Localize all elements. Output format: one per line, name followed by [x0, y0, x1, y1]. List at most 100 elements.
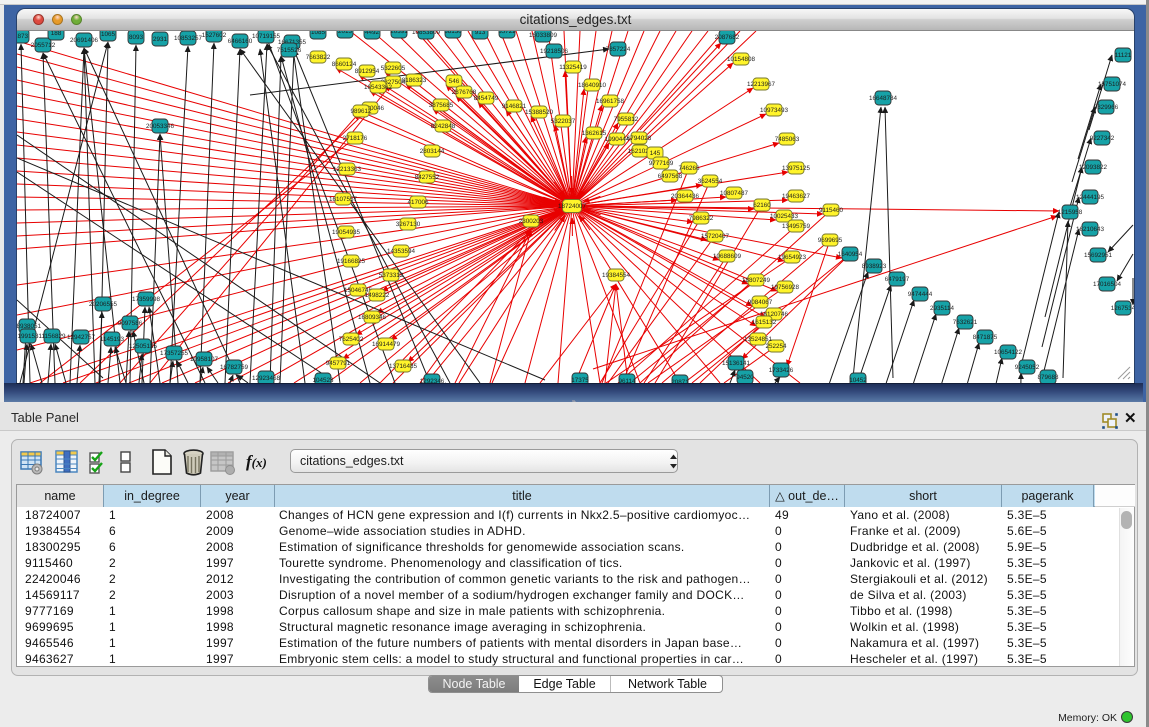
svg-text:10452: 10452: [849, 377, 867, 383]
svg-text:10973493: 10973493: [760, 107, 789, 114]
svg-text:16809346: 16809346: [358, 314, 387, 321]
svg-text:20871: 20871: [671, 379, 689, 383]
svg-text:2300203: 2300203: [519, 218, 544, 225]
svg-text:12505135: 12505135: [129, 343, 158, 350]
svg-text:10807487: 10807487: [720, 190, 749, 197]
svg-text:2935114: 2935114: [930, 305, 955, 312]
svg-text:3624554: 3624554: [698, 178, 723, 185]
svg-text:9699695: 9699695: [818, 237, 843, 244]
svg-text:9115460: 9115460: [819, 207, 844, 214]
svg-text:1292346: 1292346: [420, 378, 445, 383]
svg-text:9084067: 9084067: [748, 299, 773, 306]
svg-text:7986322: 7986322: [689, 215, 714, 222]
svg-text:11121: 11121: [1115, 52, 1132, 59]
svg-text:19384554: 19384554: [602, 272, 631, 279]
svg-text:19463627: 19463627: [782, 193, 811, 200]
svg-text:7625402: 7625402: [339, 336, 364, 343]
svg-text:12942757: 12942757: [67, 334, 96, 341]
svg-text:746266: 746266: [678, 165, 700, 172]
svg-text:1362615: 1362615: [582, 130, 607, 137]
svg-text:12213967: 12213967: [747, 81, 776, 88]
svg-text:10654122: 10654122: [994, 349, 1023, 356]
svg-text:16107557: 16107557: [329, 196, 358, 203]
svg-text:8471875: 8471875: [973, 334, 998, 341]
svg-text:8427552: 8427552: [415, 174, 440, 181]
svg-text:12213363: 12213363: [333, 166, 362, 173]
svg-text:10853257: 10853257: [174, 35, 203, 42]
svg-text:1873: 1873: [17, 33, 28, 40]
svg-text:11156829: 11156829: [38, 333, 66, 340]
svg-text:1085: 1085: [311, 31, 326, 36]
svg-text:88130: 88130: [444, 31, 462, 35]
svg-text:10154808: 10154808: [727, 56, 756, 63]
svg-text:19218506: 19218506: [540, 48, 569, 55]
svg-text:2087682: 2087682: [715, 34, 740, 41]
svg-text:19654923: 19654923: [778, 254, 807, 261]
svg-text:19166825: 19166825: [337, 258, 366, 265]
svg-text:8186323: 8186323: [402, 77, 427, 84]
svg-text:10756928: 10756928: [771, 284, 800, 291]
svg-text:7955812: 7955812: [614, 116, 639, 123]
svg-text:17359998: 17359998: [132, 296, 161, 303]
svg-text:62160: 62160: [753, 202, 771, 209]
svg-text:1640954: 1640954: [838, 251, 863, 258]
svg-text:1145193: 1145193: [100, 336, 125, 343]
svg-text:20691406: 20691406: [70, 37, 99, 44]
svg-text:2013: 2013: [338, 31, 353, 35]
svg-text:15136141: 15136141: [722, 360, 751, 367]
svg-text:15388520: 15388520: [525, 109, 554, 116]
svg-text:20364436: 20364436: [671, 193, 700, 200]
svg-text:9097586: 9097586: [118, 320, 143, 327]
svg-text:1215958: 1215958: [1058, 209, 1083, 216]
svg-text:5322037: 5322037: [551, 118, 576, 125]
svg-text:20053346: 20053346: [146, 123, 175, 130]
svg-text:913: 913: [475, 31, 486, 36]
svg-text:3875685: 3875685: [429, 102, 454, 109]
svg-text:10853809: 10853809: [412, 31, 441, 36]
svg-text:1498222: 1498222: [365, 292, 390, 299]
svg-text:1615132: 1615132: [752, 319, 777, 326]
svg-text:12093822: 12093822: [1079, 164, 1108, 171]
svg-text:9474444: 9474444: [908, 291, 933, 298]
svg-text:3267130: 3267130: [396, 221, 421, 228]
svg-text:94520: 94520: [736, 374, 754, 381]
svg-text:13716485: 13716485: [389, 363, 418, 370]
svg-text:15751074: 15751074: [1098, 81, 1127, 88]
svg-text:16033809: 16033809: [529, 32, 558, 39]
svg-text:16782759: 16782759: [220, 364, 249, 371]
svg-text:4492: 4492: [365, 31, 380, 36]
svg-text:1733426: 1733426: [769, 367, 794, 374]
svg-text:9245052: 9245052: [1015, 364, 1040, 371]
svg-text:10958107: 10958107: [190, 356, 219, 363]
svg-text:8454749: 8454749: [474, 95, 499, 102]
svg-text:7632621: 7632621: [953, 319, 978, 326]
svg-text:6497568: 6497568: [658, 173, 683, 180]
svg-text:7857224: 7857224: [606, 46, 631, 53]
svg-text:417006: 417006: [407, 199, 429, 206]
svg-text:12444195: 12444195: [1076, 194, 1105, 201]
svg-text:7485063: 7485063: [775, 136, 800, 143]
svg-text:1065: 1065: [101, 31, 116, 38]
svg-text:9329966: 9329966: [1094, 104, 1119, 111]
svg-text:15720407: 15720407: [701, 233, 730, 240]
svg-text:16648784: 16648784: [869, 95, 898, 102]
svg-text:8093: 8093: [129, 34, 144, 41]
svg-text:2055712: 2055712: [31, 42, 56, 49]
svg-text:10719155: 10719155: [252, 33, 281, 40]
svg-text:6466160: 6466160: [228, 38, 253, 45]
svg-text:989612: 989612: [350, 108, 372, 115]
svg-text:6479197: 6479197: [885, 276, 910, 283]
svg-text:16543362: 16543362: [364, 84, 393, 91]
svg-text:2803144: 2803144: [420, 148, 445, 155]
svg-text:9146821: 9146821: [502, 103, 527, 110]
svg-text:20206555: 20206555: [89, 301, 118, 308]
svg-text:5373312: 5373312: [379, 272, 404, 279]
svg-text:7515526: 7515526: [277, 47, 302, 54]
svg-text:5322605: 5322605: [381, 65, 406, 72]
svg-text:8242848: 8242848: [431, 123, 456, 130]
svg-text:104523: 104523: [312, 377, 334, 383]
svg-text:9457791: 9457791: [326, 360, 351, 367]
svg-text:14353594: 14353594: [387, 248, 416, 255]
svg-text:16961758: 16961758: [596, 98, 625, 105]
svg-text:145: 145: [650, 150, 661, 157]
